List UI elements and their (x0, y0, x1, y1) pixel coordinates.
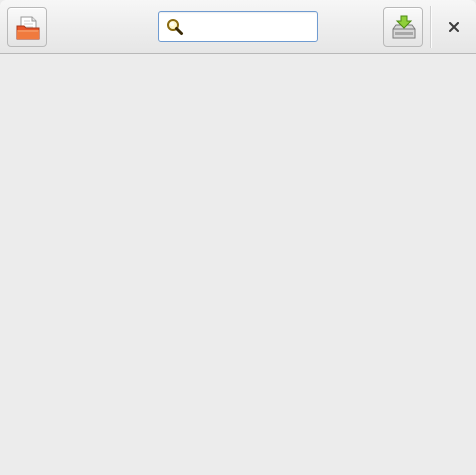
document-open-icon (16, 16, 40, 40)
open-button[interactable] (7, 7, 47, 47)
header-bar (0, 0, 476, 54)
content-area (0, 54, 476, 475)
search-input[interactable] (187, 15, 313, 38)
app-window (0, 0, 476, 475)
download-save-icon (392, 15, 416, 39)
search-field[interactable] (158, 11, 318, 42)
close-button[interactable] (441, 15, 467, 39)
header-separator (430, 6, 432, 48)
close-icon (449, 22, 459, 32)
search-icon (167, 19, 183, 35)
save-button[interactable] (383, 7, 423, 47)
